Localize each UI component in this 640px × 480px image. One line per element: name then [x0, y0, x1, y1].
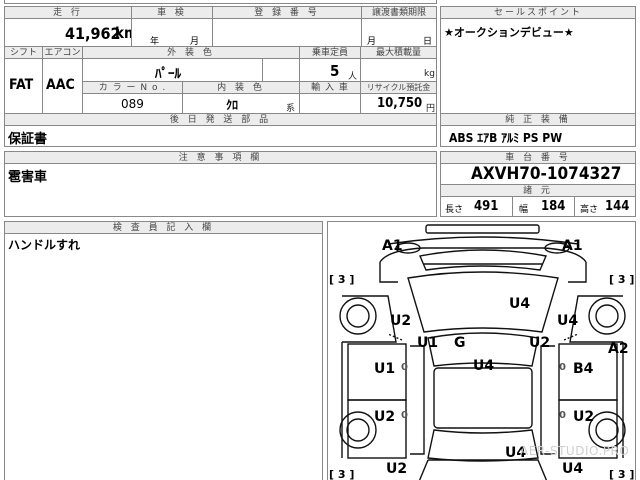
delivery-value: 保証書 [8, 132, 48, 147]
max-load-unit: kg [424, 69, 435, 79]
bracket-bottom-right: [ 3 ] [609, 468, 635, 480]
mark-u4-right-bottom: U4 [562, 461, 584, 477]
mark-zero-2: 0 [559, 362, 566, 373]
height-label: 高さ [580, 205, 599, 215]
car-outline [339, 224, 626, 480]
recycle-value: 10,750 [377, 96, 423, 111]
mark-u2-right-rear: U2 [573, 409, 595, 425]
height-value: 144 [605, 199, 630, 214]
exterior-color-sub [262, 58, 300, 82]
aircon-value: AAC [46, 77, 75, 93]
mileage-value: 41,962 [65, 24, 121, 43]
mark-u4-roof: U4 [473, 358, 495, 374]
max-load-cell: kg [360, 58, 437, 82]
dims-cell: 長さ 491 幅 184 高さ 144 [440, 196, 636, 217]
mark-zero-3: 0 [401, 410, 408, 421]
salespoint-text: ★オークションデビュー★ [444, 26, 574, 39]
import-cell [299, 93, 361, 114]
damage-diagram: A1 A1 [ 3 ] [ 3 ] [ 3 ] [ 3 ] U4 U2 U4 U… [327, 221, 636, 480]
exterior-color-value: ﾊﾟｰﾙ [155, 67, 181, 82]
chassis-cell: AXVH70-1074327 [440, 163, 636, 185]
width-label: 幅 [519, 205, 529, 215]
notes-value: 雹害車 [8, 170, 48, 185]
equipment-cell: ABS ｴｱB ｱﾙﾐ PS PW [440, 125, 636, 147]
bracket-bottom-left: [ 3 ] [329, 468, 355, 480]
width-value: 184 [541, 199, 566, 214]
inspector-value: ハンドルすれ [8, 238, 81, 252]
mark-a2-right: A2 [608, 341, 629, 357]
mark-zero-4: 0 [559, 410, 566, 421]
chassis-value: AXVH70-1074327 [471, 164, 622, 184]
mark-a1-left: A1 [382, 238, 403, 254]
bracket-top-right: [ 3 ] [609, 273, 635, 286]
top-strip [4, 0, 437, 4]
interior-color-value: ｸﾛ [226, 98, 239, 112]
notes-cell: 雹害車 [4, 163, 437, 217]
dims-divider-2 [574, 196, 575, 217]
equipment-value: ABS ｴｱB ｱﾙﾐ PS PW [449, 131, 563, 145]
mark-u4-hood: U4 [509, 296, 531, 312]
mark-a1-right: A1 [562, 238, 583, 254]
bracket-top-left: [ 3 ] [329, 273, 355, 286]
mileage-cell: 41,962 km [4, 18, 138, 47]
salespoint-cell: ★オークションデビュー★ [440, 18, 636, 114]
inspector-cell: ハンドルすれ [4, 233, 323, 480]
dims-divider-1 [512, 196, 513, 217]
mark-u1-left-door: U1 [374, 361, 396, 377]
color-no-value: 089 [121, 97, 144, 111]
transfer-cell: 月 日 [361, 18, 437, 47]
color-no-cell: 089 [82, 93, 183, 114]
watermark: AER-STUDIO.PRO [520, 444, 630, 458]
registration-cell [212, 18, 362, 47]
recycle-cell: 10,750 円 [360, 93, 437, 114]
interior-color-cell: ｸﾛ 系 [182, 93, 300, 114]
length-value: 491 [474, 199, 499, 214]
inspection-cell: 年 月 [131, 18, 213, 47]
mark-g-windshield: G [454, 335, 466, 351]
length-label: 長さ [445, 205, 464, 215]
mark-u4-right-front: U4 [557, 313, 579, 329]
delivery-cell: 保証書 [4, 125, 437, 147]
aircon-cell: AAC [42, 58, 83, 114]
capacity-cell: 5 人 [299, 58, 361, 82]
mark-u2-left-bottom: U2 [386, 461, 408, 477]
mark-zero-1: 0 [401, 362, 408, 373]
capacity-value: 5 [330, 62, 340, 80]
shift-value: FAT [9, 77, 34, 93]
mark-u2-left-front: U2 [390, 313, 412, 329]
mark-u2-left-rear: U2 [374, 409, 396, 425]
mark-b4-right-door: B4 [573, 361, 594, 377]
mark-u2-pillar: U2 [529, 335, 551, 351]
mark-u1-pillar: U1 [417, 335, 439, 351]
shift-cell: FAT [4, 58, 43, 114]
